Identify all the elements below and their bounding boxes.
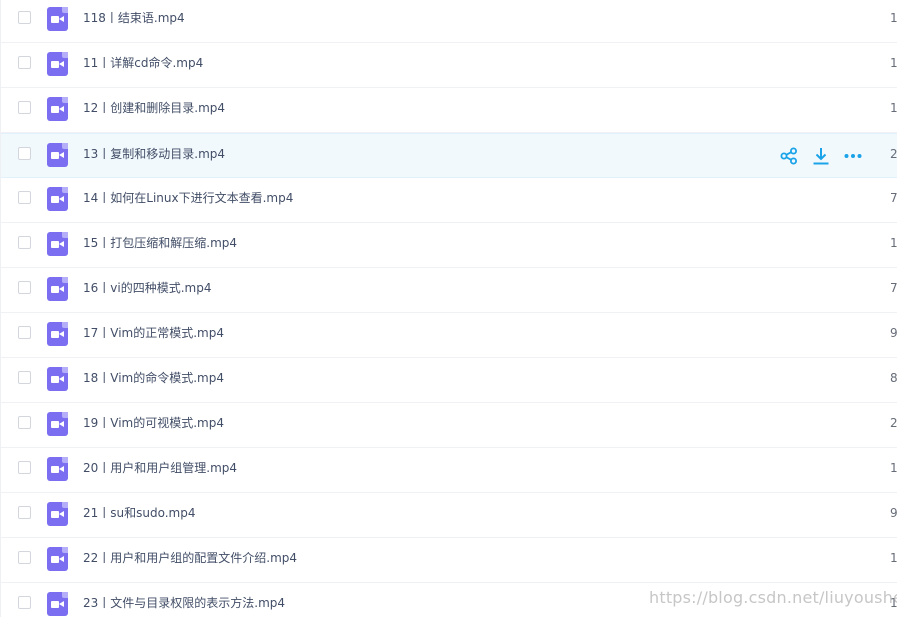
file-row[interactable]: 16丨vi的四种模式.mp4 7: bbox=[1, 268, 897, 313]
file-row[interactable]: 15丨打包压缩和解压缩.mp4 1: bbox=[1, 223, 897, 268]
select-checkbox[interactable] bbox=[18, 506, 31, 519]
download-icon[interactable] bbox=[811, 146, 831, 166]
select-checkbox[interactable] bbox=[18, 147, 31, 160]
select-checkbox[interactable] bbox=[18, 551, 31, 564]
file-row[interactable]: 118丨结束语.mp4 1: bbox=[1, 0, 897, 43]
file-name-link[interactable]: 22丨用户和用户组的配置文件介绍.mp4 bbox=[83, 549, 297, 567]
file-size: 8: bbox=[890, 371, 897, 385]
file-row[interactable]: 17丨Vim的正常模式.mp4 9: bbox=[1, 313, 897, 358]
file-name-link[interactable]: 12丨创建和删除目录.mp4 bbox=[83, 99, 225, 117]
file-name-link[interactable]: 19丨Vim的可视模式.mp4 bbox=[83, 414, 224, 432]
file-name-link[interactable]: 16丨vi的四种模式.mp4 bbox=[83, 279, 211, 297]
select-checkbox[interactable] bbox=[18, 236, 31, 249]
select-checkbox[interactable] bbox=[18, 281, 31, 294]
file-row[interactable]: 12丨创建和删除目录.mp4 1: bbox=[1, 88, 897, 133]
video-file-icon bbox=[47, 547, 68, 571]
file-row[interactable]: 20丨用户和用户组管理.mp4 1: bbox=[1, 448, 897, 493]
select-checkbox[interactable] bbox=[18, 596, 31, 609]
file-row[interactable]: 13丨复制和移动目录.mp4 2( bbox=[1, 133, 897, 178]
video-file-icon bbox=[47, 277, 68, 301]
video-file-icon bbox=[47, 592, 68, 616]
file-size: 7: bbox=[890, 281, 897, 295]
file-size: 1( bbox=[890, 56, 897, 70]
file-name-link[interactable]: 17丨Vim的正常模式.mp4 bbox=[83, 324, 224, 342]
file-size: 1: bbox=[890, 101, 897, 115]
video-file-icon bbox=[47, 7, 68, 31]
select-checkbox[interactable] bbox=[18, 326, 31, 339]
file-name-link[interactable]: 20丨用户和用户组管理.mp4 bbox=[83, 459, 237, 477]
video-file-icon bbox=[47, 367, 68, 391]
file-row[interactable]: 21丨su和sudo.mp4 9 bbox=[1, 493, 897, 538]
file-list: 118丨结束语.mp4 1: 11丨详解cd命令.mp4 1( 12丨创建和删除目录.m… bbox=[0, 0, 897, 617]
more-icon[interactable] bbox=[843, 146, 863, 166]
file-row[interactable]: 18丨Vim的命令模式.mp4 8: bbox=[1, 358, 897, 403]
select-checkbox[interactable] bbox=[18, 56, 31, 69]
file-name-link[interactable]: 23丨文件与目录权限的表示方法.mp4 bbox=[83, 594, 285, 612]
file-name-link[interactable]: 21丨su和sudo.mp4 bbox=[83, 504, 196, 522]
video-file-icon bbox=[47, 412, 68, 436]
select-checkbox[interactable] bbox=[18, 191, 31, 204]
select-checkbox[interactable] bbox=[18, 101, 31, 114]
file-name-link[interactable]: 118丨结束语.mp4 bbox=[83, 9, 185, 27]
file-row[interactable]: 22丨用户和用户组的配置文件介绍.mp4 1( bbox=[1, 538, 897, 583]
video-file-icon bbox=[47, 143, 68, 167]
video-file-icon bbox=[47, 322, 68, 346]
select-checkbox[interactable] bbox=[18, 416, 31, 429]
file-size: 1: bbox=[890, 236, 897, 250]
file-size: 9: bbox=[890, 326, 897, 340]
video-file-icon bbox=[47, 502, 68, 526]
file-size: 7( bbox=[890, 191, 897, 205]
file-size: 1: bbox=[890, 461, 897, 475]
file-size: 1( bbox=[890, 551, 897, 565]
video-file-icon bbox=[47, 457, 68, 481]
select-checkbox[interactable] bbox=[18, 461, 31, 474]
file-size: 1: bbox=[890, 11, 897, 25]
video-file-icon bbox=[47, 97, 68, 121]
file-size: 9 bbox=[890, 506, 897, 520]
share-icon[interactable] bbox=[779, 146, 799, 166]
select-checkbox[interactable] bbox=[18, 11, 31, 24]
file-name-link[interactable]: 11丨详解cd命令.mp4 bbox=[83, 54, 203, 72]
file-name-link[interactable]: 14丨如何在Linux下进行文本查看.mp4 bbox=[83, 189, 293, 207]
file-size: 2( bbox=[890, 147, 897, 161]
file-row[interactable]: 11丨详解cd命令.mp4 1( bbox=[1, 43, 897, 88]
file-row[interactable]: 14丨如何在Linux下进行文本查看.mp4 7( bbox=[1, 178, 897, 223]
file-name-link[interactable]: 15丨打包压缩和解压缩.mp4 bbox=[83, 234, 237, 252]
file-name-link[interactable]: 18丨Vim的命令模式.mp4 bbox=[83, 369, 224, 387]
file-size: 2: bbox=[890, 416, 897, 430]
file-row[interactable]: 19丨Vim的可视模式.mp4 2: bbox=[1, 403, 897, 448]
video-file-icon bbox=[47, 52, 68, 76]
video-file-icon bbox=[47, 187, 68, 211]
file-name-link[interactable]: 13丨复制和移动目录.mp4 bbox=[83, 145, 225, 163]
video-file-icon bbox=[47, 232, 68, 256]
select-checkbox[interactable] bbox=[18, 371, 31, 384]
watermark: https://blog.csdn.net/liuyousheng1 bbox=[649, 588, 897, 607]
